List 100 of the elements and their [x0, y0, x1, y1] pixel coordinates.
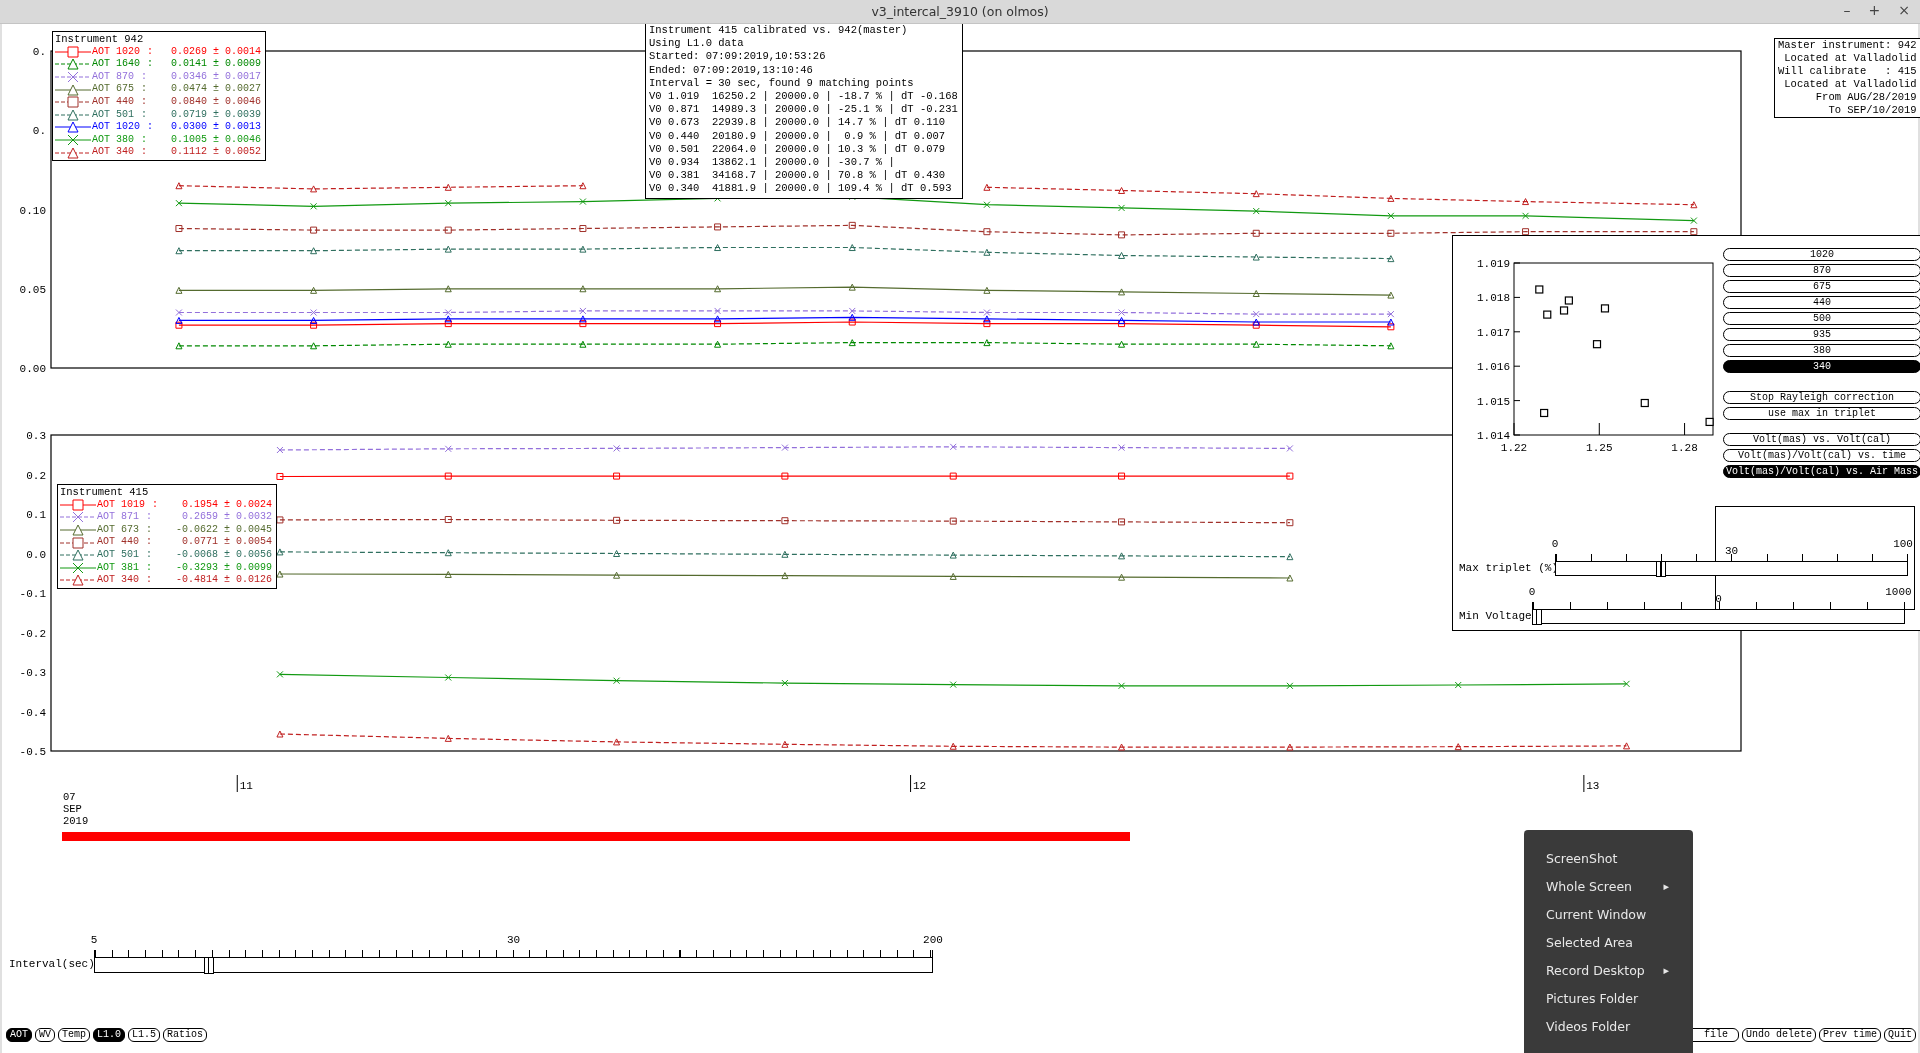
menu-item[interactable]: Pictures Folder	[1524, 984, 1693, 1012]
option-button[interactable]: Stop Rayleigh correction	[1723, 391, 1920, 404]
window-control[interactable]: +	[1864, 2, 1885, 18]
axis-label: -0.4	[19, 706, 46, 719]
legend-value: : 0.0840 ± 0.0046	[140, 95, 262, 109]
axis-label: -0.2	[19, 627, 46, 640]
plot-mode-button[interactable]: Volt(mas) vs. Volt(cal)	[1723, 433, 1920, 446]
mode-button[interactable]: WV	[35, 1028, 56, 1042]
legend-value: : 0.1954 ± 0.0024	[151, 498, 273, 512]
action-button[interactable]: Prev time	[1818, 1028, 1881, 1042]
axis-label: 13	[1586, 780, 1600, 792]
option-button[interactable]: use max in triplet	[1723, 407, 1920, 420]
legend-value: : 0.1112 ± 0.0052	[140, 146, 262, 159]
mode-button[interactable]: Ratios	[163, 1028, 208, 1042]
menu-item[interactable]: Videos Folder	[1524, 1012, 1693, 1040]
legend-marker-icon	[55, 45, 91, 58]
legend-marker-icon	[60, 524, 96, 537]
wavelength-button[interactable]: 500	[1723, 312, 1920, 325]
slider-tick-label: 0	[1551, 538, 1559, 551]
legend-marker-icon	[60, 511, 96, 524]
legend-value: : -0.4814 ± 0.0126	[145, 574, 273, 587]
slider-tick-label: 5	[90, 934, 98, 947]
menu-item[interactable]: Selected Area	[1524, 928, 1693, 956]
menu-item-label: Current Window	[1546, 906, 1647, 922]
action-button[interactable]: Undo delete	[1741, 1028, 1816, 1042]
data-point	[1543, 310, 1552, 319]
menu-item[interactable]: Whole Screen ▸	[1524, 872, 1693, 900]
slider-thumb[interactable]	[203, 956, 214, 974]
info-line: Located at Valladolid	[1784, 78, 1917, 91]
wavelength-button[interactable]: 935	[1723, 328, 1920, 341]
window-control[interactable]: ×	[1894, 2, 1914, 18]
slider[interactable]	[1555, 561, 1908, 576]
legend-label: AOT 440	[91, 95, 134, 109]
window-control[interactable]: –	[1839, 2, 1855, 18]
legend-value: : 0.0719 ± 0.0039	[140, 108, 262, 122]
axis-label: 1.016	[1477, 361, 1510, 374]
axis-label: 1.22	[1500, 442, 1528, 454]
tick-mark	[910, 774, 912, 793]
legend-title: Instrument 942	[55, 33, 145, 46]
axis-label: 0.00	[19, 363, 46, 375]
wavelength-button[interactable]: 675	[1723, 280, 1920, 293]
menu-item-label: ScreenShot	[1546, 850, 1618, 866]
axis-label: 1.017	[1477, 326, 1510, 339]
plot-mode-button[interactable]: Volt(mas)/Volt(cal) vs. Air Mass	[1723, 465, 1920, 478]
legend-marker-icon	[55, 96, 91, 109]
slider-tick-label: 100	[1893, 538, 1913, 551]
menu-item[interactable]: ScreenShot	[1524, 844, 1693, 872]
legend-marker-icon	[60, 549, 96, 562]
legend-marker-icon	[55, 121, 91, 134]
legend-marker-icon	[55, 134, 91, 147]
plot-mode-button[interactable]: Volt(mas)/Volt(cal) vs. time	[1723, 449, 1920, 462]
menu-item-label: Whole Screen	[1546, 878, 1633, 894]
legend-marker-icon	[60, 536, 96, 549]
mode-button[interactable]: AOT	[6, 1028, 32, 1042]
legend-label: AOT 871	[96, 511, 139, 524]
axis-label: 0.	[32, 46, 46, 58]
legend-marker-icon	[55, 71, 91, 84]
wavelength-button[interactable]: 380	[1723, 344, 1920, 357]
axis-label: 1.015	[1477, 395, 1510, 408]
wavelength-button[interactable]: 1020	[1723, 248, 1920, 261]
menu-item[interactable]: Record Desktop ▸	[1524, 956, 1693, 984]
legend-value: : -0.0622 ± 0.0045	[145, 523, 273, 537]
slider[interactable]	[94, 957, 933, 973]
slider-thumb[interactable]	[1531, 608, 1542, 625]
legend-title: Instrument 415	[60, 486, 150, 499]
data-point	[1559, 306, 1569, 315]
legend-value: : 0.0474 ± 0.0027	[140, 83, 262, 96]
wavelength-button[interactable]: 340	[1723, 360, 1920, 373]
axis-label: 0.2	[26, 469, 46, 482]
slider-thumb[interactable]	[1656, 560, 1667, 577]
mode-button[interactable]: Temp	[58, 1028, 91, 1042]
legend-marker-icon	[55, 58, 91, 71]
axis-label: 1.018	[1477, 292, 1510, 305]
legend-value: : 0.0300 ± 0.0013	[146, 121, 262, 134]
info-line: To SEP/10/2019	[1828, 104, 1917, 117]
axis-label: -0.1	[19, 588, 46, 600]
axis-label: 1.25	[1586, 442, 1613, 454]
legend-label: AOT 673	[96, 523, 139, 537]
slider[interactable]	[1532, 609, 1905, 624]
info-line: Located at Valladolid	[1784, 52, 1917, 65]
action-button[interactable]: Quit	[1884, 1028, 1916, 1042]
axis-label: 1.28	[1671, 442, 1698, 454]
menu-item-label: Pictures Folder	[1546, 990, 1639, 1006]
wavelength-button[interactable]: 440	[1723, 296, 1920, 309]
info-line: V0 1.019 16250.2 | 20000.0 | -18.7 % | dT -0.168	[649, 90, 958, 104]
legend-label: AOT 340	[91, 146, 134, 159]
data-point	[1564, 296, 1573, 305]
info-line: Instrument 415 calibrated vs. 942(master)	[649, 24, 909, 38]
legend-value: : 0.0771 ± 0.0054	[145, 536, 273, 549]
slider-tick-label: 30	[506, 934, 521, 947]
mode-button[interactable]: L1.0	[93, 1028, 126, 1042]
info-line: V0 0.673 22939.8 | 20000.0 | 14.7 % | dT 0.110	[649, 116, 947, 130]
wavelength-button[interactable]: 870	[1723, 264, 1920, 277]
info-line: Will calibrate : 415	[1778, 65, 1917, 78]
menu-item[interactable]: Current Window	[1524, 900, 1693, 928]
legend-label: AOT 675	[91, 83, 134, 96]
window-title: v3_intercal_3910 (on olmos)	[871, 4, 1049, 19]
mode-button[interactable]: L1.5	[128, 1028, 161, 1042]
submenu-arrow-icon: ▸	[1663, 879, 1669, 893]
axis-label: 0.3	[26, 430, 46, 442]
